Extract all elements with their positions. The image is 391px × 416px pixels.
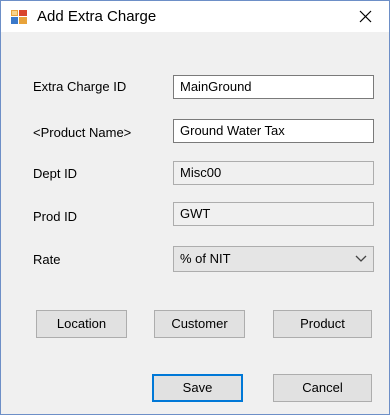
cancel-button[interactable]: Cancel <box>273 374 372 402</box>
rate-dropdown[interactable]: % of NIT <box>173 246 374 272</box>
product-name-label: <Product Name> <box>33 125 132 140</box>
chevron-down-icon <box>355 255 367 262</box>
add-extra-charge-dialog: Add Extra Charge Extra Charge ID MainGro… <box>0 0 390 415</box>
close-icon <box>359 10 372 23</box>
extra-charge-id-label: Extra Charge ID <box>33 79 127 94</box>
window-title: Add Extra Charge <box>37 8 157 25</box>
prod-id-label: Prod ID <box>33 209 78 224</box>
dept-id-label: Dept ID <box>33 166 78 181</box>
product-name-field[interactable]: Ground Water Tax <box>173 119 374 143</box>
extra-charge-id-field[interactable]: MainGround <box>173 75 374 99</box>
location-button[interactable]: Location <box>36 310 127 338</box>
customer-button[interactable]: Customer <box>154 310 245 338</box>
save-button[interactable]: Save <box>152 374 243 402</box>
form-window-icon <box>11 10 27 24</box>
close-button[interactable] <box>343 1 389 32</box>
rate-label: Rate <box>33 252 61 267</box>
rate-selected-value: % of NIT <box>180 251 231 266</box>
prod-id-field: GWT <box>173 202 374 226</box>
product-button[interactable]: Product <box>273 310 372 338</box>
dept-id-field: Misc00 <box>173 161 374 185</box>
title-bar: Add Extra Charge <box>1 1 389 32</box>
